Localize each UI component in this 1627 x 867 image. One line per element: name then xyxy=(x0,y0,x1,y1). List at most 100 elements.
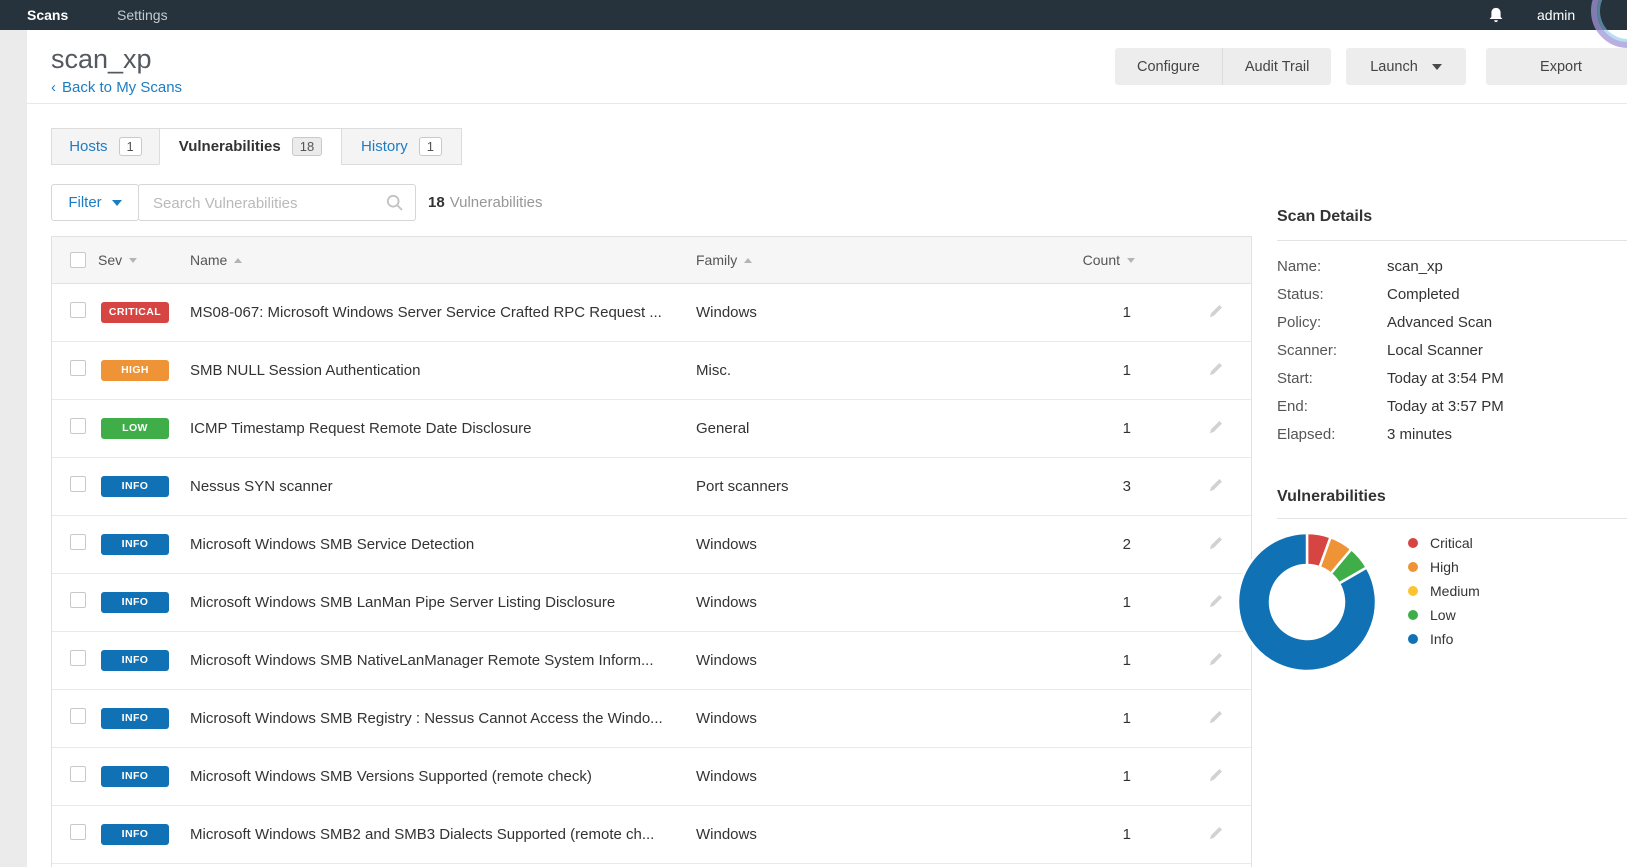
edit-cell xyxy=(1139,476,1251,498)
table-row[interactable]: HIGH SMB NULL Session Authentication Mis… xyxy=(52,342,1251,400)
row-checkbox[interactable] xyxy=(70,592,86,608)
edit-pencil-icon[interactable] xyxy=(1208,302,1225,319)
row-checkbox[interactable] xyxy=(70,476,86,492)
table-row[interactable]: LOW ICMP Timestamp Request Remote Date D… xyxy=(52,400,1251,458)
header-divider xyxy=(27,103,1627,104)
vulnerability-name[interactable]: Microsoft Windows SMB Versions Supported… xyxy=(190,768,696,785)
table-row[interactable]: INFO Microsoft Windows SMB2 and SMB3 Dia… xyxy=(52,806,1251,864)
edit-cell xyxy=(1139,708,1251,730)
table-row[interactable]: INFO Microsoft Windows SMB NativeLanMana… xyxy=(52,632,1251,690)
row-checkbox[interactable] xyxy=(70,534,86,550)
family-value: Windows xyxy=(696,304,1039,321)
back-to-my-scans-link[interactable]: ‹Back to My Scans xyxy=(51,79,182,96)
row-checkbox-cell xyxy=(52,708,98,729)
severity-badge: INFO xyxy=(101,534,169,555)
detail-label: Name: xyxy=(1277,258,1387,275)
tab-vulnerabilities[interactable]: Vulnerabilities 18 xyxy=(159,128,342,165)
vulnerability-name[interactable]: Nessus SYN scanner xyxy=(190,478,696,495)
vulnerability-name[interactable]: ICMP Timestamp Request Remote Date Discl… xyxy=(190,420,696,437)
row-checkbox-cell xyxy=(52,650,98,671)
row-checkbox[interactable] xyxy=(70,824,86,840)
tab-history[interactable]: History 1 xyxy=(341,128,462,165)
detail-label: Policy: xyxy=(1277,314,1387,331)
row-checkbox[interactable] xyxy=(70,302,86,318)
launch-button[interactable]: Launch xyxy=(1346,48,1466,85)
column-header-sev[interactable]: Sev xyxy=(98,252,190,268)
nav-settings[interactable]: Settings xyxy=(117,0,168,30)
detail-value: Completed xyxy=(1387,286,1460,303)
table-row[interactable]: INFO Microsoft Windows SMB LanMan Pipe S… xyxy=(52,574,1251,632)
severity-cell: HIGH xyxy=(98,360,190,381)
audit-trail-button[interactable]: Audit Trail xyxy=(1222,48,1331,85)
search-icon xyxy=(385,193,405,213)
vulnerabilities-table: Sev Name Family Count CRITICAL MS08-067:… xyxy=(51,236,1252,867)
table-row[interactable]: INFO Microsoft Windows SMB Service Detec… xyxy=(52,516,1251,574)
notifications-bell-icon[interactable] xyxy=(1487,6,1505,24)
count-value: 3 xyxy=(1039,478,1139,495)
edit-pencil-icon[interactable] xyxy=(1208,418,1225,435)
table-row[interactable]: INFO Microsoft Windows SMB Versions Supp… xyxy=(52,748,1251,806)
detail-label: Start: xyxy=(1277,370,1387,387)
edit-pencil-icon[interactable] xyxy=(1208,476,1225,493)
edit-pencil-icon[interactable] xyxy=(1208,592,1225,609)
legend-label: Low xyxy=(1430,607,1456,623)
export-button[interactable]: Export xyxy=(1486,48,1627,85)
column-header-family[interactable]: Family xyxy=(696,252,1039,268)
select-all-cell xyxy=(52,252,98,268)
severity-cell: LOW xyxy=(98,418,190,439)
configure-button[interactable]: Configure xyxy=(1115,48,1222,85)
scan-detail-row: Scanner: Local Scanner xyxy=(1277,336,1627,364)
column-header-name[interactable]: Name xyxy=(190,252,696,268)
app-window: Scans Settings admin scan_xp ‹Back to My… xyxy=(0,0,1627,867)
row-checkbox[interactable] xyxy=(70,360,86,376)
legend-item: Critical xyxy=(1408,531,1480,555)
row-checkbox-cell xyxy=(52,592,98,613)
sort-indicator xyxy=(129,258,137,263)
legend-item: Low xyxy=(1408,603,1480,627)
filter-dropdown-button[interactable]: Filter xyxy=(51,184,139,221)
search-vulnerabilities-input[interactable] xyxy=(151,185,375,222)
detail-value: scan_xp xyxy=(1387,258,1443,275)
vulnerability-name[interactable]: Microsoft Windows SMB NativeLanManager R… xyxy=(190,652,696,669)
tab-bar: Hosts 1 Vulnerabilities 18 History 1 xyxy=(51,128,462,165)
select-all-checkbox[interactable] xyxy=(70,252,86,268)
detail-value: 3 minutes xyxy=(1387,426,1452,443)
nav-scans[interactable]: Scans xyxy=(27,0,68,30)
row-checkbox-cell xyxy=(52,476,98,497)
severity-cell: INFO xyxy=(98,476,190,497)
count-value: 1 xyxy=(1039,594,1139,611)
row-checkbox[interactable] xyxy=(70,650,86,666)
edit-pencil-icon[interactable] xyxy=(1208,360,1225,377)
edit-pencil-icon[interactable] xyxy=(1208,534,1225,551)
tab-hosts[interactable]: Hosts 1 xyxy=(51,128,160,165)
count-value: 1 xyxy=(1039,362,1139,379)
vulnerability-name[interactable]: Microsoft Windows SMB LanMan Pipe Server… xyxy=(190,594,696,611)
vulnerabilities-chart-title: Vulnerabilities xyxy=(1277,488,1386,506)
vulnerability-name[interactable]: Microsoft Windows SMB Service Detection xyxy=(190,536,696,553)
scan-detail-row: Policy: Advanced Scan xyxy=(1277,308,1627,336)
legend-color-dot xyxy=(1408,610,1418,620)
edit-pencil-icon[interactable] xyxy=(1208,650,1225,667)
severity-badge: INFO xyxy=(101,592,169,613)
table-row[interactable]: INFO Nessus SYN scanner Port scanners 3 xyxy=(52,458,1251,516)
row-checkbox[interactable] xyxy=(70,766,86,782)
row-checkbox[interactable] xyxy=(70,418,86,434)
table-row[interactable]: INFO Microsoft Windows SMB Registry : Ne… xyxy=(52,690,1251,748)
edit-pencil-icon[interactable] xyxy=(1208,766,1225,783)
edit-pencil-icon[interactable] xyxy=(1208,824,1225,841)
row-checkbox[interactable] xyxy=(70,708,86,724)
severity-cell: CRITICAL xyxy=(98,302,190,323)
edit-pencil-icon[interactable] xyxy=(1208,708,1225,725)
legend-label: Info xyxy=(1430,631,1453,647)
vulnerability-name[interactable]: SMB NULL Session Authentication xyxy=(190,362,696,379)
family-value: General xyxy=(696,420,1039,437)
chart-legend: Critical High Medium Low Info xyxy=(1408,531,1480,651)
nav-user-menu[interactable]: admin xyxy=(1537,0,1575,30)
column-header-count[interactable]: Count xyxy=(1039,252,1139,268)
vulnerability-name[interactable]: Microsoft Windows SMB Registry : Nessus … xyxy=(190,710,696,727)
legend-item: High xyxy=(1408,555,1480,579)
vulnerability-name[interactable]: Microsoft Windows SMB2 and SMB3 Dialects… xyxy=(190,826,696,843)
table-row[interactable]: CRITICAL MS08-067: Microsoft Windows Ser… xyxy=(52,284,1251,342)
caret-down-icon xyxy=(1432,64,1442,70)
vulnerability-name[interactable]: MS08-067: Microsoft Windows Server Servi… xyxy=(190,304,696,321)
